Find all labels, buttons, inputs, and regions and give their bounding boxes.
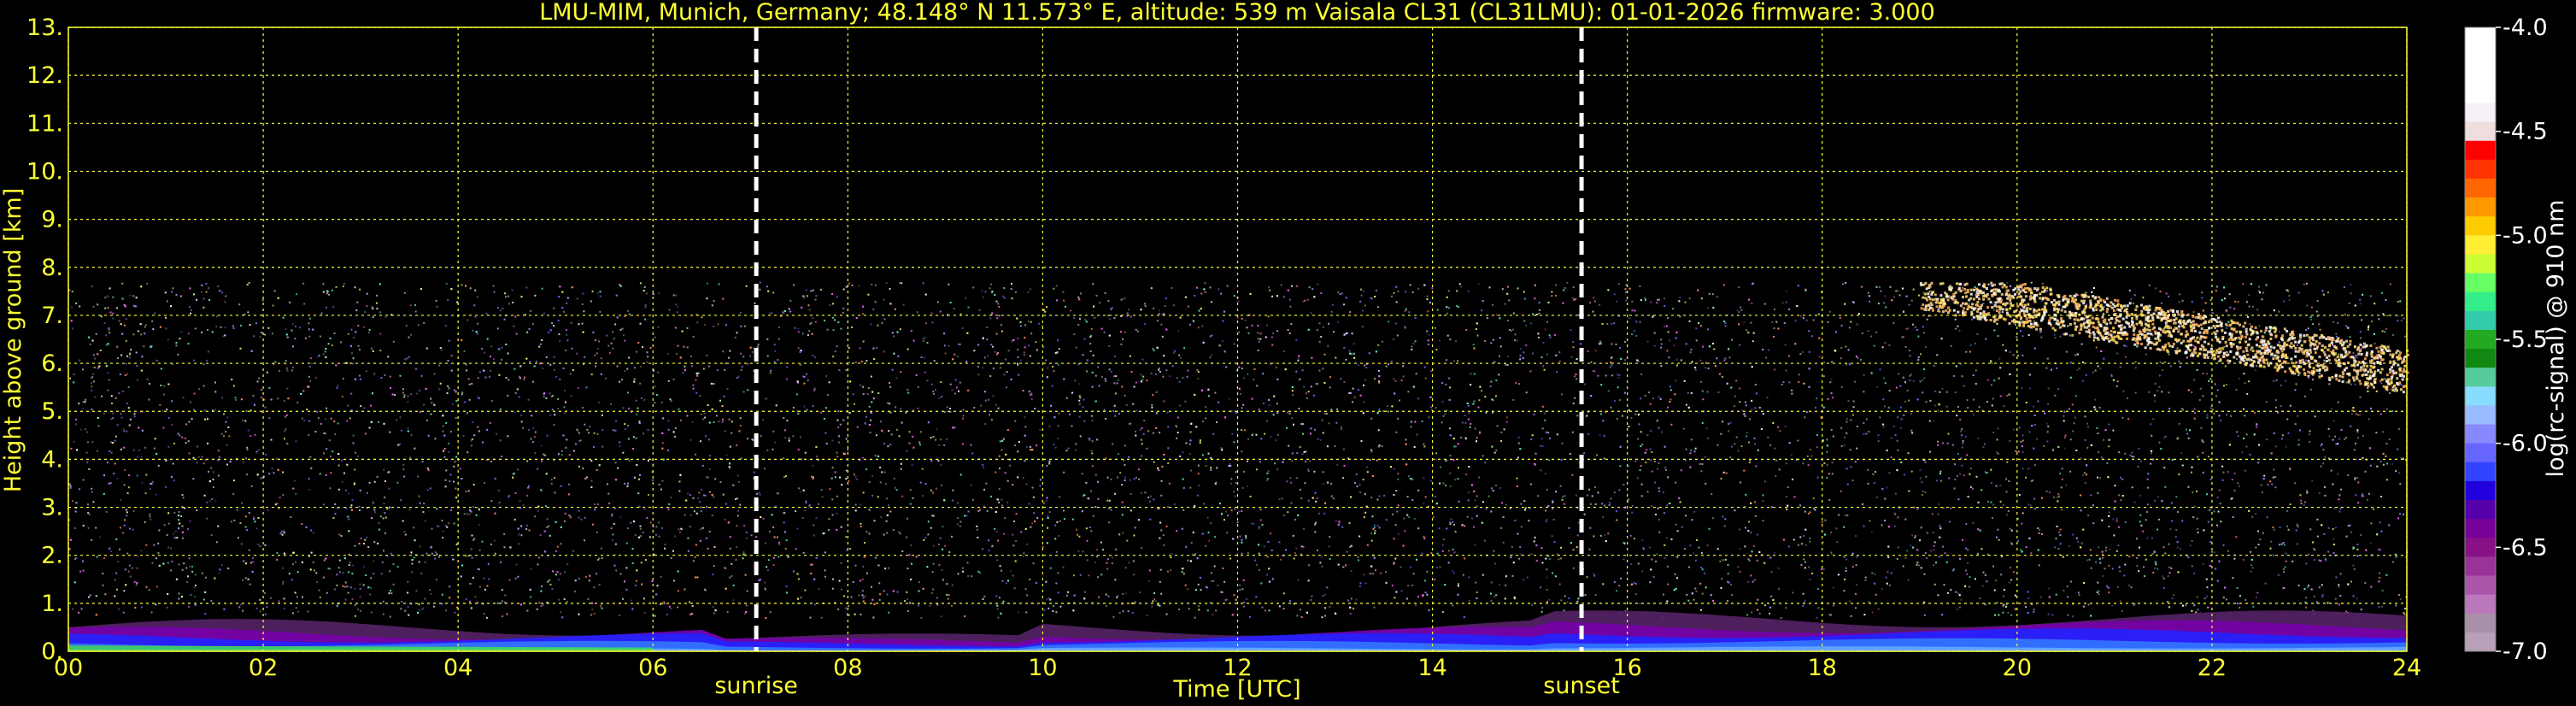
colorbar-swatch [2465, 556, 2496, 577]
x-tick-label: 04 [443, 655, 472, 681]
colorbar-tick-label: -5.0 [2503, 222, 2548, 249]
y-tick-label: 3. [41, 495, 63, 521]
x-tick-label: 14 [1417, 655, 1446, 681]
colorbar-swatch [2465, 594, 2496, 615]
x-tick-label: 06 [638, 655, 667, 681]
y-tick-label: 1. [41, 591, 63, 617]
colorbar-label: log(rc-signal) @ 910 nm [2543, 200, 2569, 478]
y-tick-label: 13. [26, 15, 63, 41]
colorbar-tick-label: -4.5 [2503, 119, 2548, 145]
colorbar-swatch [2465, 310, 2496, 331]
colorbar-swatch [2465, 575, 2496, 596]
colorbar-swatch [2465, 405, 2496, 426]
colorbar-swatch [2465, 386, 2496, 406]
colorbar-tick-label: -6.0 [2503, 431, 2548, 457]
x-tick-label: 08 [833, 655, 862, 681]
y-tick-label: 5. [41, 398, 63, 425]
colorbar-swatch [2465, 329, 2496, 350]
colorbar-swatch [2465, 197, 2496, 217]
y-tick-label: 6. [41, 350, 63, 377]
x-tick-label: 10 [1028, 655, 1057, 681]
colorbar-swatch [2465, 443, 2496, 463]
colorbar-swatch [2465, 46, 2496, 66]
colorbar-swatch [2465, 613, 2496, 633]
colorbar-tick-label: -5.5 [2503, 327, 2548, 353]
colorbar-swatch [2465, 103, 2496, 123]
y-tick-label: 9. [41, 207, 63, 233]
colorbar-swatch [2465, 462, 2496, 482]
y-tick-label: 2. [41, 543, 63, 569]
colorbar-swatch [2465, 424, 2496, 444]
x-tick-label: 24 [2392, 655, 2421, 681]
colorbar-swatch [2465, 121, 2496, 142]
x-tick-label: 22 [2198, 655, 2227, 681]
x-tick-label: 12 [1223, 655, 1252, 681]
y-tick-label: 8. [41, 255, 63, 281]
colorbar-swatch [2465, 632, 2496, 652]
x-tick-label: 20 [2003, 655, 2032, 681]
y-tick-label: 10. [26, 158, 63, 185]
chart-title: LMU-MIM, Munich, Germany; 48.148° N 11.5… [539, 0, 1935, 26]
colorbar-swatch [2465, 235, 2496, 255]
colorbar-swatch [2465, 65, 2496, 85]
colorbar-swatch [2465, 159, 2496, 179]
colorbar-swatch [2465, 140, 2496, 161]
colorbar-swatch [2465, 273, 2496, 293]
colorbar-swatch [2465, 519, 2496, 538]
colorbar-swatch [2465, 254, 2496, 274]
colorbar-swatch [2465, 84, 2496, 103]
y-tick-label: 4. [41, 446, 63, 473]
colorbar-swatch [2465, 368, 2496, 387]
colorbar-swatch [2465, 27, 2496, 47]
lidar-backscatter-chart: LMU-MIM, Munich, Germany; 48.148° N 11.5… [0, 0, 2576, 706]
y-tick-label: 0. [41, 638, 63, 665]
colorbar-swatch [2465, 500, 2496, 520]
y-tick-label: 12. [26, 62, 63, 89]
sunset-label: sunset [1543, 673, 1620, 699]
x-tick-label: 02 [249, 655, 278, 681]
colorbar-swatch [2465, 349, 2496, 368]
colorbar-swatch [2465, 216, 2496, 236]
colorbar-tick-label: -7.0 [2503, 638, 2548, 665]
sunrise-label: sunrise [714, 673, 798, 699]
colorbar-swatch [2465, 538, 2496, 557]
colorbar-swatch [2465, 480, 2496, 501]
y-tick-label: 11. [26, 110, 63, 137]
colorbar-tick-label: -4.0 [2503, 15, 2548, 41]
colorbar-tick-label: -6.5 [2503, 534, 2548, 561]
y-axis-label: Height above ground [km] [0, 188, 26, 492]
colorbar-swatch [2465, 178, 2496, 198]
colorbar-swatch [2465, 291, 2496, 312]
x-tick-label: 18 [1808, 655, 1837, 681]
y-tick-label: 7. [41, 303, 63, 329]
